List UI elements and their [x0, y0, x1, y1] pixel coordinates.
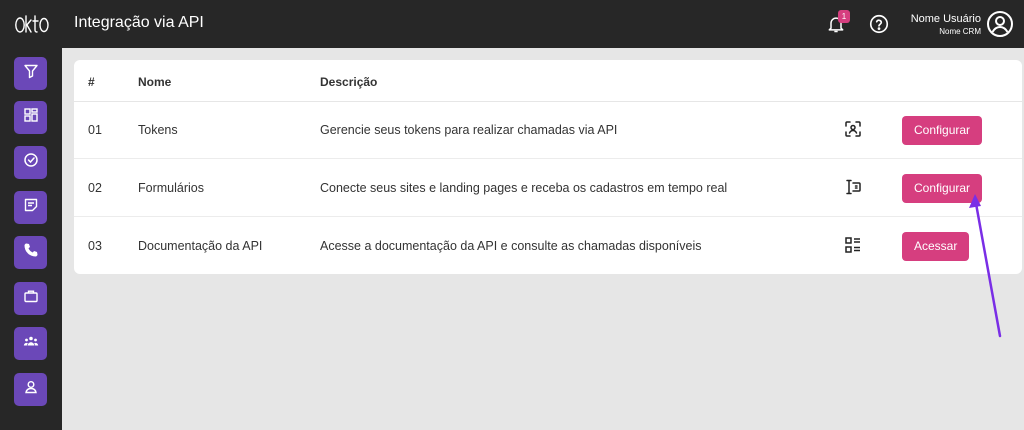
list-doc-icon — [844, 236, 862, 254]
sidebar-item-calls[interactable] — [14, 236, 47, 269]
sidebar-item-notes[interactable] — [14, 191, 47, 224]
integrations-table: # Nome Descrição 01 Tokens Gerencie seus… — [74, 60, 1022, 274]
row-description: Conecte seus sites e landing pages e rec… — [320, 181, 728, 195]
page-title: Integração via API — [74, 14, 204, 31]
configure-tokens-button[interactable]: Configurar — [902, 116, 983, 145]
sidebar-item-business[interactable] — [14, 282, 47, 315]
briefcase-icon — [23, 288, 39, 309]
check-circle-icon — [23, 152, 39, 173]
phone-icon — [23, 242, 39, 263]
sidebar — [0, 48, 62, 430]
dashboard-icon — [23, 107, 39, 128]
column-number: # — [88, 75, 95, 89]
row-name: Tokens — [138, 123, 178, 137]
annotation-arrow — [969, 194, 1002, 338]
okto-logo[interactable] — [14, 10, 50, 38]
sidebar-item-users[interactable] — [14, 373, 47, 406]
help-icon[interactable] — [868, 13, 890, 35]
top-bar: Integração via API 1 Nome Usuário Nome C… — [0, 0, 1024, 48]
group-icon — [23, 333, 39, 354]
user-name[interactable]: Nome Usuário — [911, 13, 981, 25]
row-description: Acesse a documentação da API e consulte … — [320, 239, 702, 253]
notification-badge: 1 — [838, 10, 850, 23]
avatar-icon[interactable] — [986, 10, 1014, 38]
sidebar-item-dashboard[interactable] — [14, 101, 47, 134]
column-name: Nome — [138, 75, 172, 89]
sidebar-item-teams[interactable] — [14, 327, 47, 360]
sidebar-item-filter[interactable] — [14, 57, 47, 90]
face-scan-icon — [844, 120, 862, 138]
row-name: Documentação da API — [138, 239, 263, 253]
row-number: 01 — [88, 123, 102, 137]
row-number: 02 — [88, 181, 102, 195]
crm-name: Nome CRM — [939, 27, 981, 36]
table-header: # Nome Descrição — [74, 60, 1022, 102]
form-input-icon — [844, 178, 862, 196]
row-name: Formulários — [138, 181, 204, 195]
table-row: 03 Documentação da API Acesse a document… — [74, 218, 1022, 275]
sidebar-item-tasks[interactable] — [14, 146, 47, 179]
table-row: 01 Tokens Gerencie seus tokens para real… — [74, 102, 1022, 159]
note-icon — [23, 197, 39, 218]
filter-icon — [23, 63, 39, 84]
column-description: Descrição — [320, 75, 378, 89]
table-row: 02 Formulários Conecte seus sites e land… — [74, 160, 1022, 217]
row-number: 03 — [88, 239, 102, 253]
user-icon — [23, 379, 39, 400]
row-description: Gerencie seus tokens para realizar chama… — [320, 123, 618, 137]
